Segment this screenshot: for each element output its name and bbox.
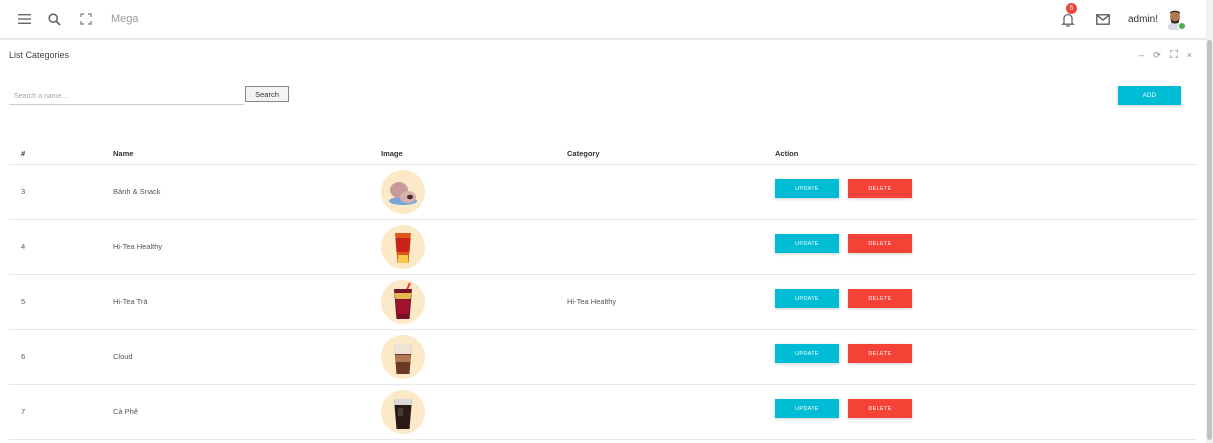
table-row: 4 Hi-Tea Healthy UPDATE DELETE (9, 220, 1197, 275)
table-row: 7 Cà Phê UPDATE DELETE (9, 385, 1197, 440)
table-row: 3 Bánh & Snack UPDATE DELETE (9, 165, 1197, 220)
categories-table: # Name Image Category Action 3 Bánh & Sn… (9, 136, 1197, 440)
mail-icon[interactable] (1095, 13, 1111, 25)
row-image (381, 280, 425, 324)
row-id: 6 (21, 352, 26, 361)
row-image (381, 390, 425, 434)
row-actions: UPDATE DELETE (775, 289, 912, 308)
search-input[interactable] (9, 88, 244, 105)
header-category: Category (567, 149, 600, 158)
scrollbar-thumb[interactable] (1207, 40, 1212, 440)
row-id: 4 (21, 242, 26, 251)
delete-button[interactable]: DELETE (848, 399, 912, 418)
header-image: Image (381, 149, 403, 158)
header-action: Action (775, 149, 799, 158)
row-actions: UPDATE DELETE (775, 344, 912, 363)
row-image (381, 170, 425, 214)
table-header: # Name Image Category Action (9, 136, 1197, 165)
user-name[interactable]: admin! (1128, 14, 1158, 25)
row-category: Hi-Tea Healthy (567, 297, 617, 306)
delete-button[interactable]: DELETE (848, 234, 912, 253)
brand-name[interactable]: Mega (111, 13, 139, 25)
search-button[interactable]: Search (245, 86, 289, 102)
row-name: Hi-Tea Healthy (113, 242, 163, 251)
row-id: 7 (21, 407, 26, 416)
delete-button[interactable]: DELETE (848, 344, 912, 363)
row-actions: UPDATE DELETE (775, 234, 912, 253)
row-id: 3 (21, 187, 26, 196)
refresh-icon[interactable]: ⟳ (1153, 50, 1161, 61)
close-icon[interactable]: × (1187, 50, 1192, 61)
row-name: Hi-Tea Trà (113, 297, 148, 306)
update-button[interactable]: UPDATE (775, 399, 839, 418)
row-id: 5 (21, 297, 26, 306)
table-row: 5 Hi-Tea Trà Hi-Tea Healthy UPDATE DELET… (9, 275, 1197, 330)
update-button[interactable]: UPDATE (775, 344, 839, 363)
tea-image (381, 280, 425, 324)
notification-bell-icon[interactable]: 5 (1060, 3, 1077, 27)
update-button[interactable]: UPDATE (775, 289, 839, 308)
row-name: Cloud (113, 352, 133, 361)
card-title: List Categories (9, 50, 70, 60)
update-button[interactable]: UPDATE (775, 234, 839, 253)
row-name: Cà Phê (113, 407, 139, 416)
online-status-dot (1178, 22, 1186, 30)
drink-image (381, 225, 425, 269)
minimize-icon[interactable]: – (1139, 50, 1144, 61)
header-name: Name (113, 149, 134, 158)
page-scrollbar[interactable] (1206, 0, 1213, 443)
menu-icon[interactable] (17, 14, 31, 24)
fullscreen-icon[interactable] (79, 13, 93, 25)
card-tools: – ⟳ × (1139, 50, 1192, 61)
row-name: Bánh & Snack (113, 187, 161, 196)
delete-button[interactable]: DELETE (848, 289, 912, 308)
delete-button[interactable]: DELETE (848, 179, 912, 198)
avatar[interactable] (1166, 8, 1186, 30)
add-button[interactable]: ADD (1118, 86, 1181, 105)
coffee-image (381, 390, 425, 434)
notification-badge: 5 (1065, 3, 1077, 14)
row-actions: UPDATE DELETE (775, 179, 912, 198)
cloud-drink-image (381, 335, 425, 379)
categories-card: List Categories – ⟳ × Search ADD # Name … (0, 40, 1206, 443)
row-image (381, 225, 425, 269)
row-actions: UPDATE DELETE (775, 399, 912, 418)
fullscreen-icon[interactable] (1169, 50, 1178, 61)
header-id: # (21, 149, 26, 158)
search-icon[interactable] (46, 12, 62, 26)
table-row: 6 Cloud UPDATE DELETE (9, 330, 1197, 385)
snack-image (381, 170, 425, 214)
row-image (381, 335, 425, 379)
top-navbar: Mega 5 admin! (0, 0, 1206, 38)
update-button[interactable]: UPDATE (775, 179, 839, 198)
